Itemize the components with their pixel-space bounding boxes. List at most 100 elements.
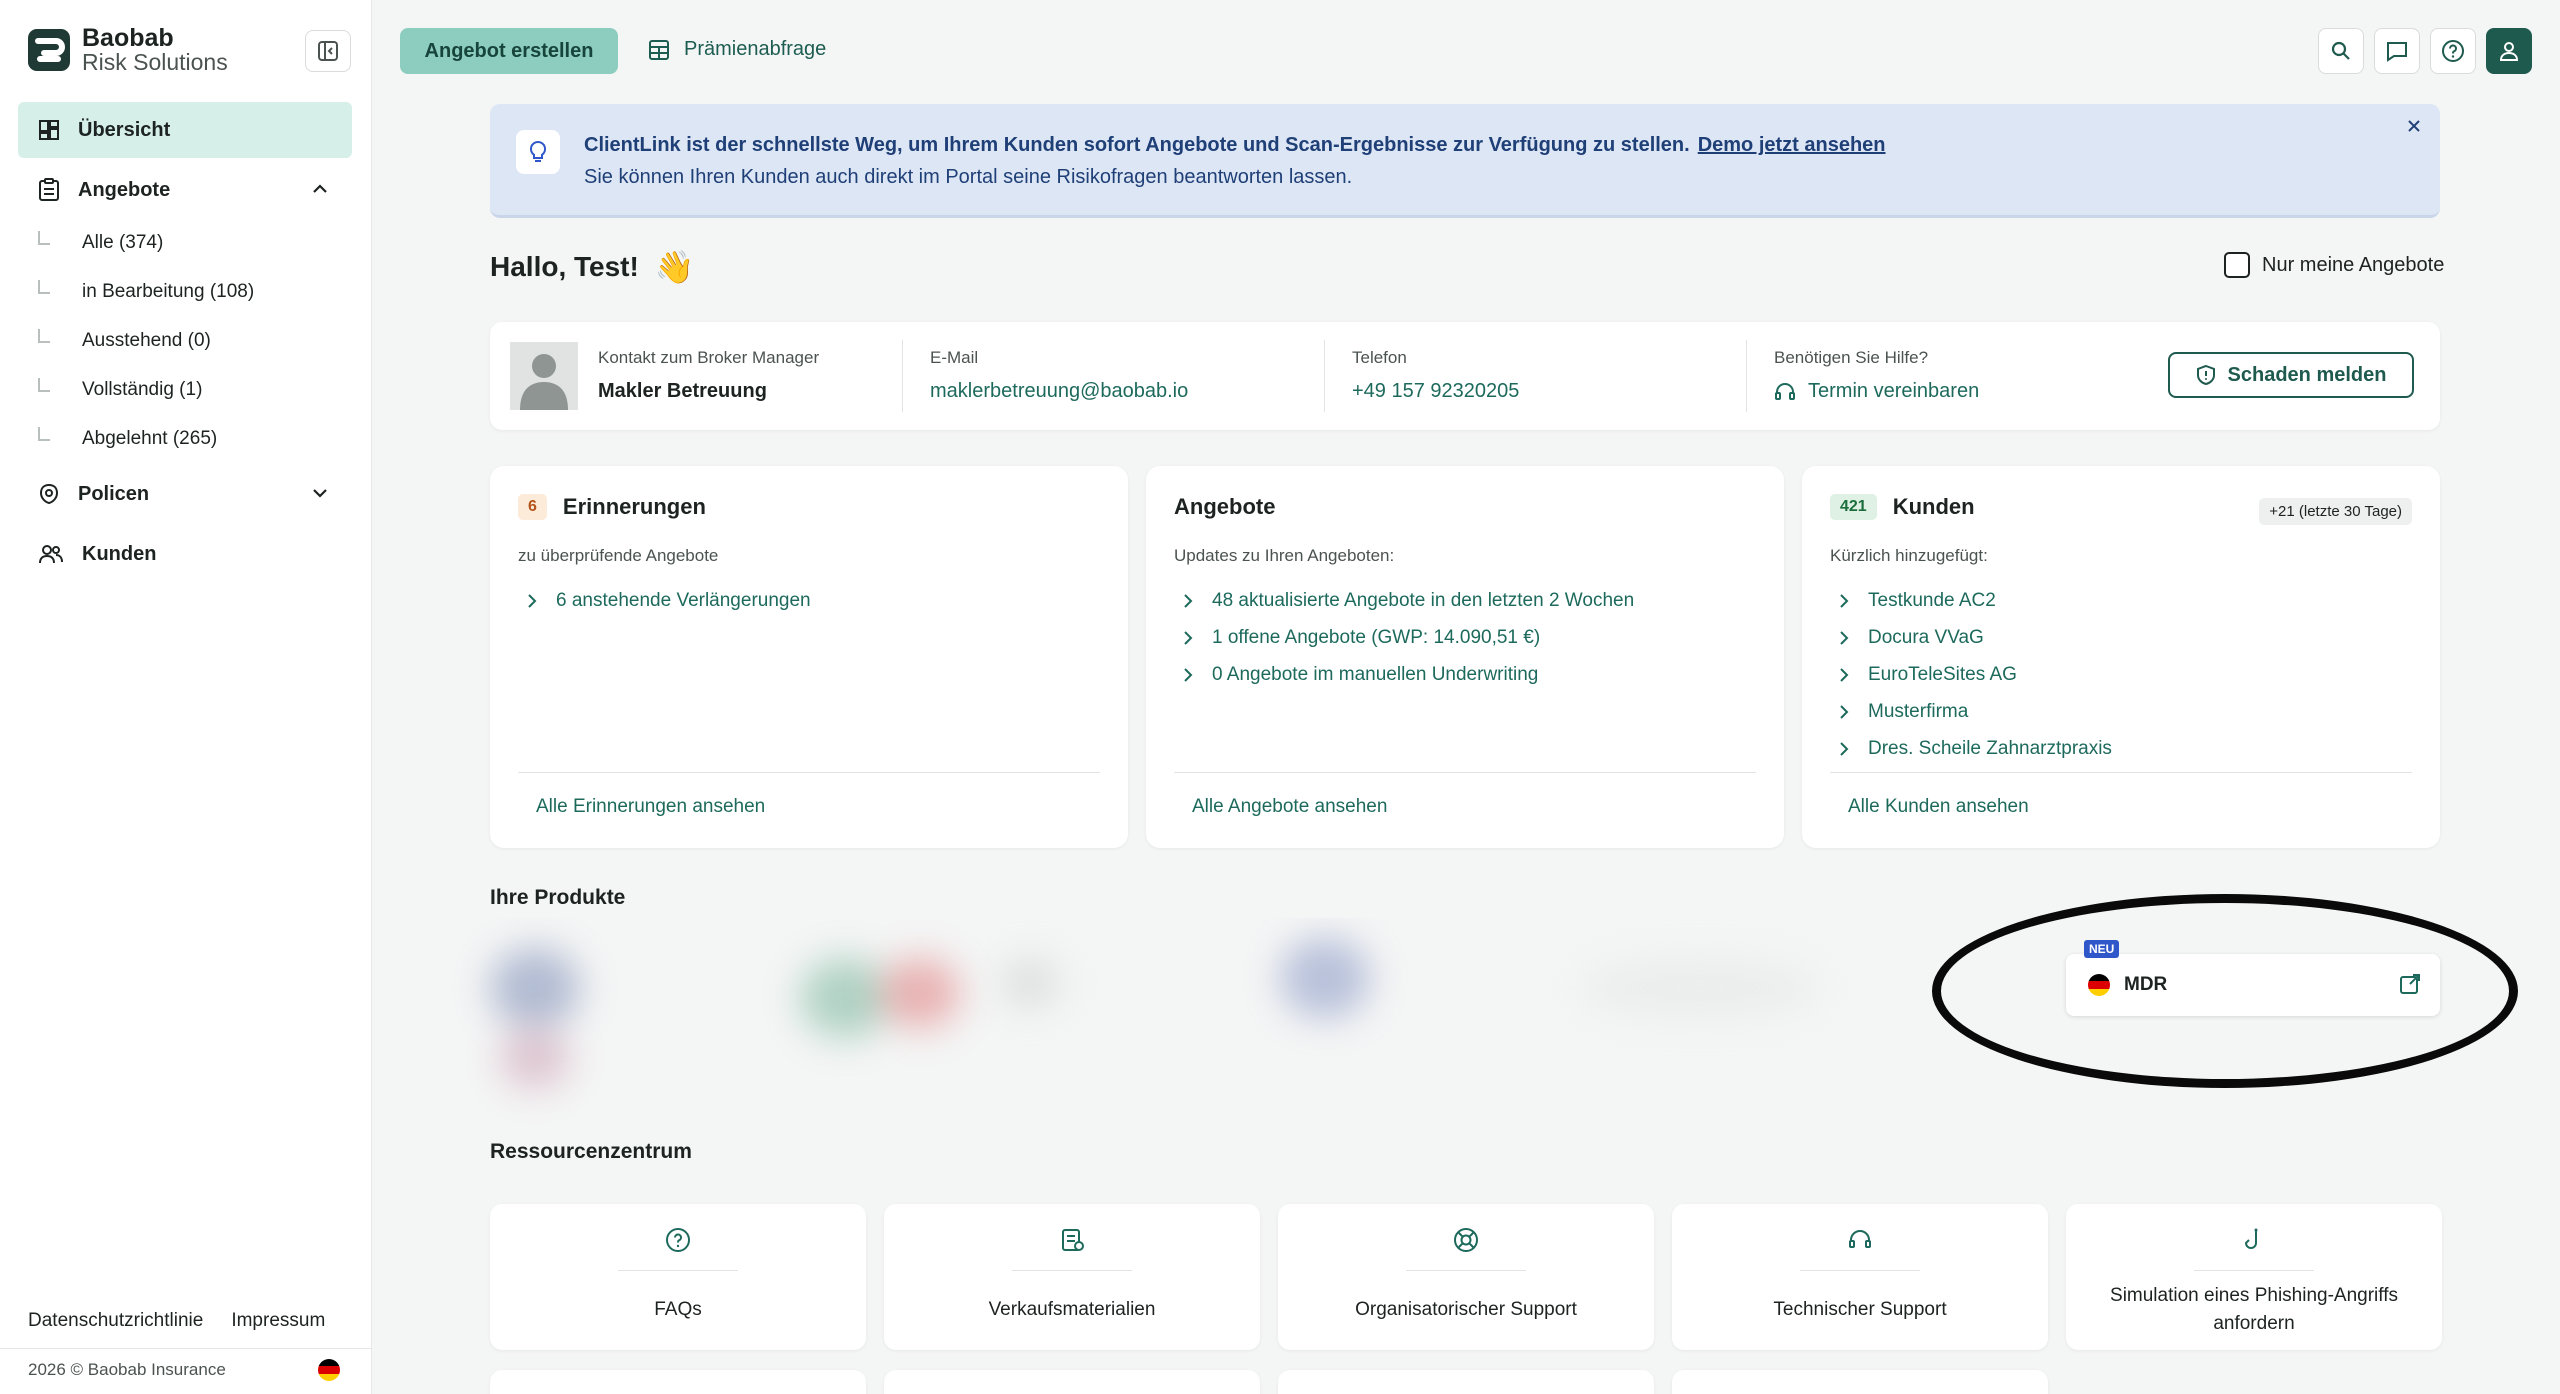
offers-filter-in-progress[interactable]: in Bearbeitung (108) xyxy=(38,275,254,309)
manager-name: Makler Betreuung xyxy=(598,380,767,402)
resource-card-sales-materials[interactable]: Verkaufsmaterialien xyxy=(884,1204,1260,1350)
sidebar-item-overview[interactable]: Übersicht xyxy=(18,102,352,158)
messages-button[interactable] xyxy=(2374,28,2420,74)
resource-card-phishing-simulation[interactable]: Simulation eines Phishing-Angriffs anfor… xyxy=(2066,1204,2442,1350)
list-item[interactable]: Docura VVaG xyxy=(1830,619,2112,656)
list-item[interactable]: Musterfirma xyxy=(1830,693,2112,730)
users-icon xyxy=(39,545,63,564)
user-profile-button[interactable] xyxy=(2486,28,2532,74)
card-subtitle: zu überprüfende Angebote xyxy=(518,546,719,565)
privacy-link[interactable]: Datenschutzrichtlinie xyxy=(28,1310,203,1332)
close-banner-button[interactable] xyxy=(2400,112,2428,140)
offers-filter-label: in Bearbeitung (108) xyxy=(82,281,255,302)
list-item-label: Testkunde AC2 xyxy=(1868,589,1996,611)
sidebar-item-customers[interactable]: Kunden xyxy=(18,526,352,582)
list-item[interactable]: 48 aktualisierte Angebote in den letzten… xyxy=(1174,582,1634,619)
resource-label: Organisatorischer Support xyxy=(1355,1299,1577,1320)
list-item[interactable]: Testkunde AC2 xyxy=(1830,582,2112,619)
divider xyxy=(618,1270,738,1271)
help-button[interactable] xyxy=(2430,28,2476,74)
chevron-right-icon xyxy=(1840,667,1849,682)
tree-connector xyxy=(38,231,50,245)
resource-card-partial[interactable] xyxy=(884,1370,1260,1394)
list-item-label: 0 Angebote im manuellen Underwriting xyxy=(1212,663,1539,685)
fishing-hook-icon xyxy=(2238,1224,2270,1256)
chevron-right-icon xyxy=(1184,667,1193,682)
waving-hand-icon: 👋 xyxy=(654,249,695,285)
offers-filter-label: Abgelehnt (265) xyxy=(82,428,218,449)
divider xyxy=(0,1348,372,1349)
german-flag-icon[interactable] xyxy=(318,1359,340,1381)
imprint-link[interactable]: Impressum xyxy=(231,1310,325,1332)
premium-query-label: Prämienabfrage xyxy=(684,38,827,60)
divider xyxy=(902,340,903,412)
divider xyxy=(1174,772,1756,773)
chevron-down-icon[interactable] xyxy=(310,483,330,503)
view-all-reminders-link[interactable]: Alle Erinnerungen ansehen xyxy=(536,796,765,818)
calculator-icon xyxy=(649,39,669,60)
list-item[interactable]: 0 Angebote im manuellen Underwriting xyxy=(1174,656,1634,693)
divider xyxy=(1746,340,1747,412)
offers-filter-complete[interactable]: Vollständig (1) xyxy=(38,373,202,407)
offers-filter-label: Ausstehend (0) xyxy=(82,330,211,351)
only-my-offers-label: Nur meine Angebote xyxy=(2262,253,2445,276)
resource-card-technical-support[interactable]: Technischer Support xyxy=(1672,1204,2048,1350)
reminders-list: 6 anstehende Verlängerungen xyxy=(518,582,811,619)
phone-link[interactable]: +49 157 92320205 xyxy=(1352,380,1519,403)
blurred-product xyxy=(1280,938,1370,1018)
resource-card-faqs[interactable]: FAQs xyxy=(490,1204,866,1350)
list-item[interactable]: 6 anstehende Verlängerungen xyxy=(518,582,811,619)
offers-filter-label: Alle (374) xyxy=(82,232,164,253)
view-all-customers-link[interactable]: Alle Kunden ansehen xyxy=(1848,796,2029,818)
resource-card-partial[interactable] xyxy=(1278,1370,1654,1394)
card-header: 421 Kunden xyxy=(1830,494,1975,520)
book-appointment-link[interactable]: Termin vereinbaren xyxy=(1774,380,1979,403)
offers-filter-all[interactable]: Alle (374) xyxy=(38,226,163,260)
demo-link[interactable]: Demo jetzt ansehen xyxy=(1698,134,1886,156)
report-damage-label: Schaden melden xyxy=(2227,363,2387,386)
only-my-offers-toggle[interactable]: Nur meine Angebote xyxy=(2224,252,2444,278)
dashboard-icon xyxy=(39,120,59,140)
logo[interactable]: Baobab Risk Solutions xyxy=(26,26,228,74)
chevron-up-icon[interactable] xyxy=(310,179,330,199)
email-link[interactable]: maklerbetreuung@baobab.io xyxy=(930,380,1188,403)
offers-filter-label: Vollständig (1) xyxy=(82,379,203,400)
reminders-count-badge: 6 xyxy=(518,494,547,520)
offers-filter-pending[interactable]: Ausstehend (0) xyxy=(38,324,211,358)
greeting-text: Hallo, Test! xyxy=(490,251,639,282)
resource-card-partial[interactable] xyxy=(490,1370,866,1394)
blurred-products-area xyxy=(440,918,2040,1128)
sidebar-item-policies[interactable]: Policen xyxy=(18,466,352,522)
sidebar-item-offers[interactable]: Angebote xyxy=(18,162,352,218)
list-item[interactable]: 1 offene Angebote (GWP: 14.090,51 €) xyxy=(1174,619,1634,656)
report-damage-button[interactable]: Schaden melden xyxy=(2168,352,2414,398)
offers-filter-rejected[interactable]: Abgelehnt (265) xyxy=(38,422,217,456)
chevron-right-icon xyxy=(1840,704,1849,719)
view-all-offers-link[interactable]: Alle Angebote ansehen xyxy=(1192,796,1387,818)
create-offer-button[interactable]: Angebot erstellen xyxy=(400,28,618,74)
copyright-text: 2026 © Baobab Insurance xyxy=(28,1360,226,1379)
clipboard-icon xyxy=(39,178,59,201)
customers-count-badge: 421 xyxy=(1830,494,1877,520)
shield-icon xyxy=(2196,364,2215,386)
premium-query-link[interactable]: Prämienabfrage xyxy=(648,38,826,61)
baobab-logo-icon xyxy=(28,29,70,71)
card-subtitle: Updates zu Ihren Angeboten: xyxy=(1174,546,1395,565)
tree-connector xyxy=(38,280,50,294)
resource-card-organizational-support[interactable]: Organisatorischer Support xyxy=(1278,1204,1654,1350)
collapse-sidebar-button[interactable] xyxy=(305,30,351,72)
only-my-offers-checkbox[interactable] xyxy=(2224,252,2250,278)
list-item-label: Docura VVaG xyxy=(1868,626,1984,648)
search-button[interactable] xyxy=(2318,28,2364,74)
resource-label: Simulation eines Phishing-Angriffs anfor… xyxy=(2110,1285,2398,1334)
email-column: E-Mail maklerbetreuung@baobab.io xyxy=(930,348,1188,403)
offers-card: Angebote Updates zu Ihren Angeboten: 48 … xyxy=(1146,466,1784,848)
list-item-label: 6 anstehende Verlängerungen xyxy=(556,589,811,611)
list-item[interactable]: Dres. Scheile Zahnarztpraxis xyxy=(1830,730,2112,767)
divider xyxy=(1012,1270,1132,1271)
resource-card-partial[interactable] xyxy=(1672,1370,2048,1394)
broker-contact-card: Kontakt zum Broker Manager Makler Betreu… xyxy=(490,322,2440,430)
chevron-right-icon xyxy=(1184,630,1193,645)
card-title: Angebote xyxy=(1174,494,1276,519)
list-item[interactable]: EuroTeleSites AG xyxy=(1830,656,2112,693)
